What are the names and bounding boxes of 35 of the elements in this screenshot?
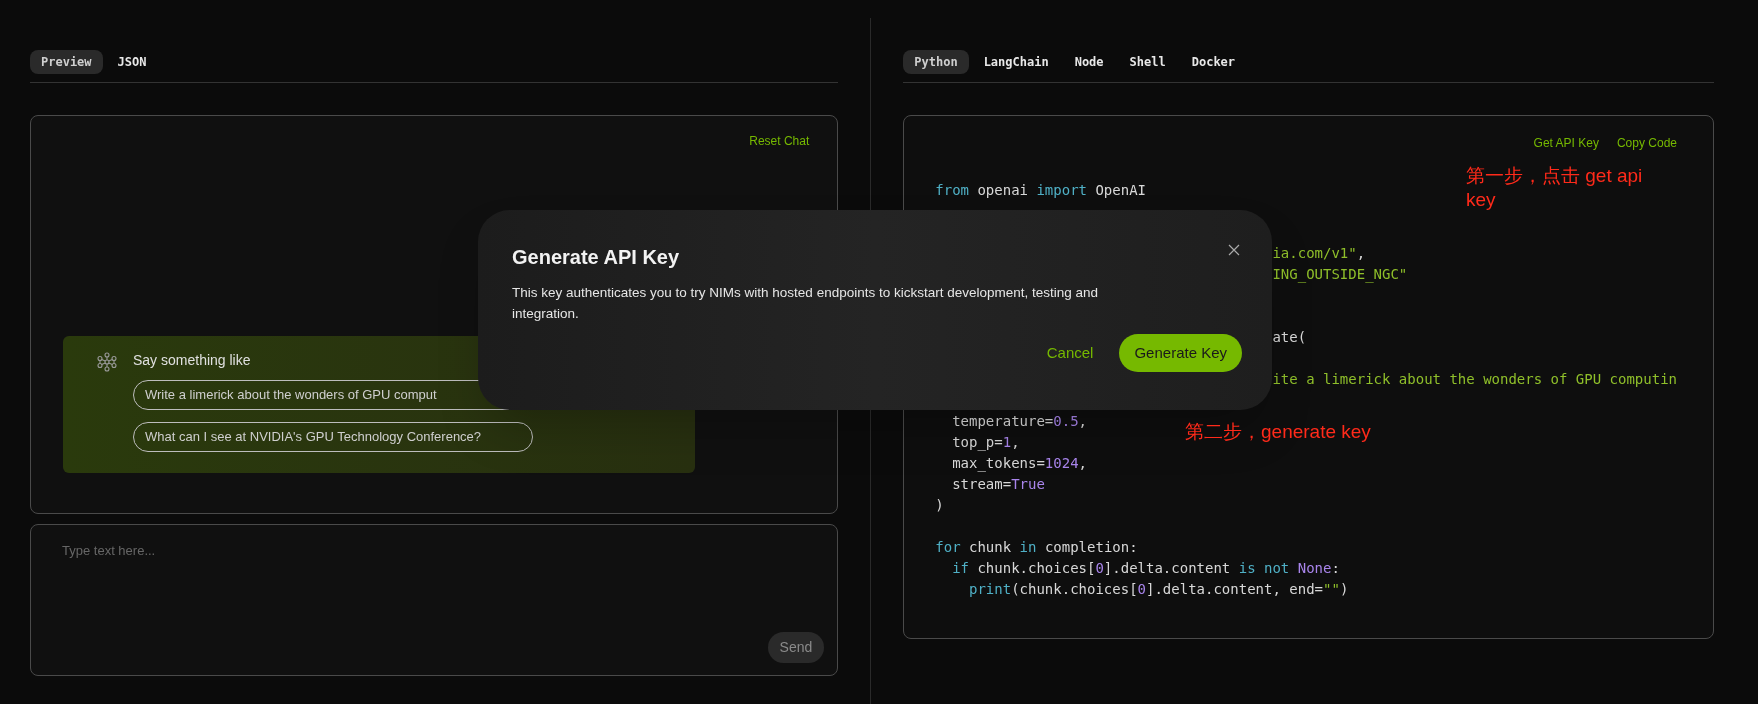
dialog-title: Generate API Key [512,245,680,270]
code-line: ate( [1272,328,1307,347]
tab[interactable]: JSON [106,50,158,74]
code-line: temperature=0.5, [952,412,1087,431]
tab[interactable]: Python [903,50,969,74]
code-line: ia.com/v1", [1272,244,1366,263]
code-line: for chunk in completion: [935,538,1138,557]
reset-chat-link[interactable]: Reset Chat [749,132,810,150]
message-field[interactable]: Type text here... [62,541,825,561]
annotation-text: 第一步，点击 get api key [1466,164,1644,212]
close-icon[interactable] [1228,244,1240,256]
send-button[interactable]: Send [767,632,825,663]
tab[interactable]: LangChain [972,50,1060,74]
message-input[interactable]: Type text here... Send [30,524,839,676]
code-line: stream=True [952,475,1045,494]
tab[interactable]: Docker [1180,50,1247,74]
code-line: print(chunk.choices[0].delta.content, end="") [969,580,1349,599]
code-line: from openai import OpenAI [935,181,1147,200]
code-line: if chunk.choices[0].delta.content is not None: [952,559,1340,578]
suggestion-heading: Say something like [133,351,252,370]
tab[interactable]: Node [1063,50,1115,74]
tab[interactable]: Shell [1118,50,1177,74]
dialog-message: This key authenticates you to try NIMs with hosted endpoints to kickstart development, testing and integration. [512,284,1100,323]
cancel-button[interactable]: Cancel [1044,334,1096,372]
action-link[interactable]: Copy Code [1616,134,1677,152]
action-link[interactable]: Get API Key [1533,134,1599,152]
tab[interactable]: Preview [30,50,103,74]
generate-key-button[interactable]: Generate Key [1119,334,1242,372]
code-line: top_p=1, [952,433,1020,453]
annotation-text: 第二步，generate key [1185,420,1371,444]
code-line: ) [935,496,944,515]
code-line: ite a limerick about the wonders of GPU computin [1272,370,1677,389]
code-line: ING_OUTSIDE_NGC" [1272,265,1408,285]
code-line: max_tokens=1024, [952,454,1087,474]
network-icon [97,352,117,372]
